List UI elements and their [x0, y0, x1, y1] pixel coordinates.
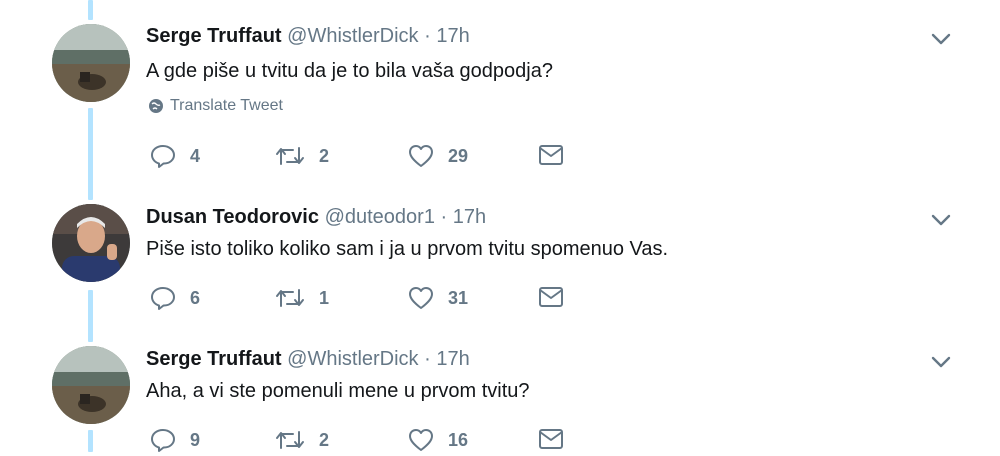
retweet-count: 2: [319, 145, 330, 166]
chevron-down-icon[interactable]: [929, 212, 953, 228]
retweet-icon: [276, 147, 304, 165]
like-count: 29: [448, 145, 469, 166]
translate-label[interactable]: Translate Tweet: [170, 97, 283, 115]
direct-message-icon: [539, 145, 563, 165]
separator-dot: ·: [424, 348, 431, 370]
timestamp[interactable]: 17h: [453, 206, 486, 228]
chevron-down-icon[interactable]: [929, 354, 953, 370]
timestamp[interactable]: 17h: [436, 348, 469, 370]
tweet[interactable]: Serge Truffaut @WhistlerDick · 17h Aha, …: [0, 330, 1000, 452]
user-handle[interactable]: @WhistlerDick: [287, 348, 418, 370]
tweet-header: Dusan Teodorovic @duteodor1 · 17h: [146, 205, 486, 229]
avatar[interactable]: [52, 346, 130, 424]
timestamp[interactable]: 17h: [436, 25, 469, 47]
direct-message-icon: [539, 429, 563, 449]
like-icon: [409, 145, 433, 167]
tweet-text: Piše isto toliko koliko sam i ja u prvom…: [146, 238, 669, 260]
retweet-action[interactable]: 1: [275, 286, 329, 310]
tweet-text: Aha, a vi ste pomenuli mene u prvom tvit…: [146, 380, 530, 402]
retweet-action[interactable]: 2: [275, 144, 329, 168]
like-action[interactable]: 16: [408, 428, 468, 452]
globe-icon: [149, 99, 163, 113]
retweet-count: 2: [319, 429, 330, 450]
tweet[interactable]: Dusan Teodorovic @duteodor1 · 17h Piše i…: [0, 190, 1000, 330]
avatar[interactable]: [52, 204, 130, 282]
direct-message-action[interactable]: [538, 286, 564, 308]
tweet-header: Serge Truffaut @WhistlerDick · 17h: [146, 24, 470, 48]
like-count: 16: [448, 429, 469, 450]
separator-dot: ·: [440, 206, 448, 228]
display-name[interactable]: Serge Truffaut: [146, 348, 282, 370]
reply-icon: [151, 287, 175, 310]
retweet-action[interactable]: 2: [275, 428, 329, 452]
tweet-text: A gde piše u tvitu da je to bila vaša go…: [146, 60, 553, 82]
reply-action[interactable]: 4: [150, 144, 200, 168]
like-action[interactable]: 29: [408, 144, 468, 168]
reply-action[interactable]: 6: [150, 286, 200, 310]
reply-icon: [151, 429, 175, 452]
like-icon: [409, 429, 433, 451]
reply-icon: [151, 145, 175, 168]
reply-count: 4: [190, 145, 201, 166]
like-action[interactable]: 31: [408, 286, 468, 310]
direct-message-icon: [539, 287, 563, 307]
avatar[interactable]: [52, 24, 130, 102]
tweet[interactable]: Serge Truffaut @WhistlerDick · 17h A gde…: [0, 0, 1000, 190]
tweet-header: Serge Truffaut @WhistlerDick · 17h: [146, 347, 470, 371]
direct-message-action[interactable]: [538, 428, 564, 450]
separator-dot: ·: [424, 25, 431, 47]
like-icon: [409, 287, 433, 309]
display-name[interactable]: Dusan Teodorovic: [146, 206, 319, 228]
display-name[interactable]: Serge Truffaut: [146, 25, 282, 47]
user-handle[interactable]: @WhistlerDick: [287, 25, 418, 47]
user-handle[interactable]: @duteodor1: [325, 206, 435, 228]
chevron-down-icon[interactable]: [929, 31, 953, 47]
reply-action[interactable]: 9: [150, 428, 200, 452]
retweet-icon: [276, 289, 304, 307]
like-count: 31: [448, 287, 469, 308]
reply-count: 9: [190, 429, 201, 450]
retweet-icon: [276, 431, 304, 449]
translate-tweet-link[interactable]: Translate Tweet: [148, 97, 283, 115]
direct-message-action[interactable]: [538, 144, 564, 166]
reply-count: 6: [190, 287, 201, 308]
retweet-count: 1: [319, 287, 330, 308]
